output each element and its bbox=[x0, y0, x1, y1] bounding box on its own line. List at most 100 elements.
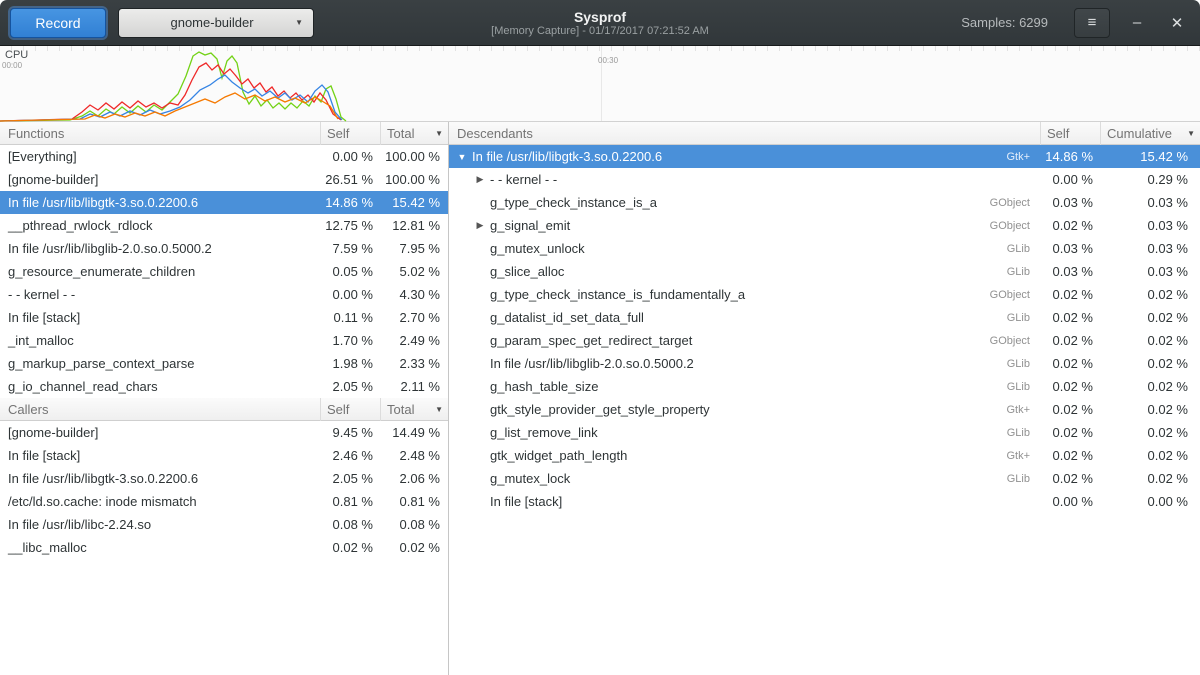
table-row[interactable]: g_mutex_unlockGLib0.03 %0.03 % bbox=[449, 237, 1200, 260]
self-cell: 0.02 % bbox=[1040, 448, 1100, 463]
table-row[interactable]: In file /usr/lib/libc-2.24.so0.08 %0.08 … bbox=[0, 513, 448, 536]
table-row[interactable]: In file [stack]0.00 %0.00 % bbox=[449, 490, 1200, 513]
table-row[interactable]: g_datalist_id_set_data_fullGLib0.02 %0.0… bbox=[449, 306, 1200, 329]
window-title: Sysprof bbox=[574, 9, 626, 25]
descendants-self-column-header[interactable]: Self bbox=[1040, 122, 1100, 145]
total-cell: 5.02 % bbox=[380, 264, 448, 279]
descendants-cumulative-label: Cumulative bbox=[1107, 126, 1172, 141]
expander-closed-icon[interactable]: ▶ bbox=[473, 220, 487, 231]
table-row[interactable]: g_markup_parse_context_parse1.98 %2.33 % bbox=[0, 352, 448, 375]
table-row[interactable]: g_resource_enumerate_children0.05 %5.02 … bbox=[0, 260, 448, 283]
function-name-cell: g_slice_alloc bbox=[487, 264, 1007, 279]
table-row[interactable]: In file [stack]2.46 %2.48 % bbox=[0, 444, 448, 467]
library-badge: GObject bbox=[990, 220, 1030, 232]
table-row[interactable]: [Everything]0.00 %100.00 % bbox=[0, 145, 448, 168]
table-row[interactable]: In file [stack]0.11 %2.70 % bbox=[0, 306, 448, 329]
hamburger-icon: ≡ bbox=[1088, 14, 1097, 31]
functions-column-header[interactable]: Functions bbox=[0, 122, 320, 145]
self-cell: 0.03 % bbox=[1040, 241, 1100, 256]
table-row[interactable]: __libc_malloc0.02 %0.02 % bbox=[0, 536, 448, 559]
self-cell: 0.02 % bbox=[1040, 379, 1100, 394]
descendants-cumulative-column-header[interactable]: Cumulative ▼ bbox=[1100, 122, 1200, 145]
table-row[interactable]: g_mutex_lockGLib0.02 %0.02 % bbox=[449, 467, 1200, 490]
cpu-line-red bbox=[0, 63, 341, 121]
function-name-cell: [Everything] bbox=[0, 149, 320, 164]
table-row[interactable]: - - kernel - -0.00 %4.30 % bbox=[0, 283, 448, 306]
table-row[interactable]: ▶g_signal_emitGObject0.02 %0.03 % bbox=[449, 214, 1200, 237]
library-badge: GLib bbox=[1007, 381, 1030, 393]
close-button[interactable]: ✕ bbox=[1164, 8, 1190, 38]
function-name-cell: gtk_widget_path_length bbox=[487, 448, 1006, 463]
functions-self-column-header[interactable]: Self bbox=[320, 122, 380, 145]
minimize-icon: – bbox=[1133, 14, 1141, 31]
cpu-line-blue bbox=[0, 75, 342, 121]
function-name-cell: In file [stack] bbox=[487, 494, 1040, 509]
table-row[interactable]: g_list_remove_linkGLib0.02 %0.02 % bbox=[449, 421, 1200, 444]
cumulative-cell: 0.02 % bbox=[1100, 333, 1200, 348]
table-row[interactable]: g_io_channel_read_chars2.05 %2.11 % bbox=[0, 375, 448, 398]
table-row[interactable]: In file /usr/lib/libgtk-3.so.0.2200.614.… bbox=[0, 191, 448, 214]
callers-self-column-header[interactable]: Self bbox=[320, 398, 380, 421]
table-row[interactable]: ▶- - kernel - -0.00 %0.29 % bbox=[449, 168, 1200, 191]
library-badge: Gtk+ bbox=[1006, 450, 1030, 462]
table-row[interactable]: gtk_style_provider_get_style_propertyGtk… bbox=[449, 398, 1200, 421]
library-badge: GLib bbox=[1007, 473, 1030, 485]
table-row[interactable]: In file /usr/lib/libglib-2.0.so.0.5000.2… bbox=[0, 237, 448, 260]
table-row[interactable]: gtk_widget_path_lengthGtk+0.02 %0.02 % bbox=[449, 444, 1200, 467]
minimize-button[interactable]: – bbox=[1124, 8, 1150, 38]
self-cell: 0.00 % bbox=[320, 287, 380, 302]
callers-total-label: Total bbox=[387, 402, 414, 417]
function-name-cell: g_hash_table_size bbox=[487, 379, 1007, 394]
sort-indicator-icon: ▼ bbox=[1187, 129, 1195, 138]
callers-total-column-header[interactable]: Total▼ bbox=[380, 398, 448, 421]
table-row[interactable]: g_type_check_instance_is_aGObject0.03 %0… bbox=[449, 191, 1200, 214]
table-row[interactable]: [gnome-builder]26.51 %100.00 % bbox=[0, 168, 448, 191]
function-name-cell: In file /usr/lib/libgtk-3.so.0.2200.6 bbox=[0, 471, 320, 486]
sysprof-window: Record gnome-builder ▼ Sysprof [Memory C… bbox=[0, 0, 1200, 675]
descendants-column-header[interactable]: Descendants bbox=[449, 122, 1040, 145]
record-button[interactable]: Record bbox=[10, 8, 106, 38]
cumulative-cell: 0.00 % bbox=[1100, 494, 1200, 509]
table-row[interactable]: In file /usr/lib/libglib-2.0.so.0.5000.2… bbox=[449, 352, 1200, 375]
self-cell: 2.05 % bbox=[320, 471, 380, 486]
table-row[interactable]: [gnome-builder]9.45 %14.49 % bbox=[0, 421, 448, 444]
table-row[interactable]: _int_malloc1.70 %2.49 % bbox=[0, 329, 448, 352]
table-row[interactable]: g_slice_allocGLib0.03 %0.03 % bbox=[449, 260, 1200, 283]
cpu-timeline[interactable]: CPU 00:00 00:30 bbox=[0, 46, 1200, 122]
self-cell: 0.02 % bbox=[1040, 287, 1100, 302]
left-pane: Functions Self Total▼ [Everything]0.00 %… bbox=[0, 122, 449, 675]
callers-column-header[interactable]: Callers bbox=[0, 398, 320, 421]
menu-button[interactable]: ≡ bbox=[1074, 8, 1110, 38]
table-row[interactable]: g_param_spec_get_redirect_targetGObject0… bbox=[449, 329, 1200, 352]
callers-header: Callers Self Total▼ bbox=[0, 398, 448, 421]
library-badge: GLib bbox=[1007, 358, 1030, 370]
total-cell: 2.49 % bbox=[380, 333, 448, 348]
table-row[interactable]: /etc/ld.so.cache: inode mismatch0.81 %0.… bbox=[0, 490, 448, 513]
cumulative-cell: 0.03 % bbox=[1100, 195, 1200, 210]
callers-table: [gnome-builder]9.45 %14.49 %In file [sta… bbox=[0, 421, 448, 559]
table-row[interactable]: In file /usr/lib/libgtk-3.so.0.2200.62.0… bbox=[0, 467, 448, 490]
functions-total-column-header[interactable]: Total▼ bbox=[380, 122, 448, 145]
expander-open-icon[interactable]: ▼ bbox=[455, 152, 469, 162]
table-row[interactable]: g_hash_table_sizeGLib0.02 %0.02 % bbox=[449, 375, 1200, 398]
functions-total-label: Total bbox=[387, 126, 414, 141]
cumulative-cell: 0.03 % bbox=[1100, 218, 1200, 233]
table-row[interactable]: ▼In file /usr/lib/libgtk-3.so.0.2200.6Gt… bbox=[449, 145, 1200, 168]
total-cell: 7.95 % bbox=[380, 241, 448, 256]
expander-closed-icon[interactable]: ▶ bbox=[473, 174, 487, 185]
function-name-cell: __pthread_rwlock_rdlock bbox=[0, 218, 320, 233]
function-name-cell: [gnome-builder] bbox=[0, 172, 320, 187]
function-name-cell: In file /usr/lib/libgtk-3.so.0.2200.6 bbox=[0, 195, 320, 210]
function-name-cell: g_mutex_unlock bbox=[487, 241, 1007, 256]
process-selector-label: gnome-builder bbox=[129, 15, 295, 30]
main-area: Functions Self Total▼ [Everything]0.00 %… bbox=[0, 122, 1200, 675]
function-name-cell: In file /usr/lib/libglib-2.0.so.0.5000.2 bbox=[487, 356, 1007, 371]
self-cell: 2.05 % bbox=[320, 379, 380, 394]
process-selector[interactable]: gnome-builder ▼ bbox=[118, 8, 314, 38]
self-cell: 0.02 % bbox=[1040, 356, 1100, 371]
function-name-cell: In file /usr/lib/libc-2.24.so bbox=[0, 517, 320, 532]
right-pane: Descendants Self Cumulative▼ ▼In file /u… bbox=[449, 122, 1200, 675]
table-row[interactable]: __pthread_rwlock_rdlock12.75 %12.81 % bbox=[0, 214, 448, 237]
cumulative-cell: 0.02 % bbox=[1100, 287, 1200, 302]
table-row[interactable]: g_type_check_instance_is_fundamentally_a… bbox=[449, 283, 1200, 306]
